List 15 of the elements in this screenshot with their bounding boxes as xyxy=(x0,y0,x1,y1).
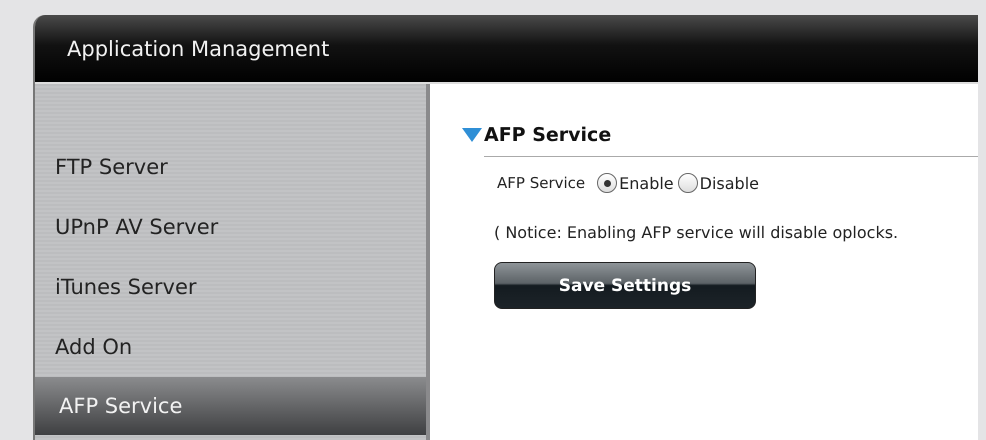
radio-button[interactable] xyxy=(678,173,698,193)
radio-label: Enable xyxy=(619,174,674,192)
collapse-triangle-icon[interactable] xyxy=(462,128,482,142)
sidebar-item[interactable]: iTunes Server xyxy=(35,257,426,317)
radio-button[interactable] xyxy=(597,173,618,193)
sidebar-item[interactable]: FTP Server xyxy=(35,137,426,197)
sidebar-item[interactable]: UPnP AV Server xyxy=(35,197,426,257)
sidebar-item[interactable]: Add On xyxy=(35,317,426,377)
radio-label: Disable xyxy=(700,174,759,192)
save-settings-button[interactable]: Save Settings xyxy=(494,262,756,309)
field-label: AFP Service xyxy=(497,174,586,192)
page-title: Application Management xyxy=(67,36,330,60)
sidebar-item[interactable]: AFP Service xyxy=(35,377,426,435)
section-title: AFP Service xyxy=(484,124,612,146)
notice-text: ( Notice: Enabling AFP service will disable oplocks. xyxy=(494,223,900,242)
